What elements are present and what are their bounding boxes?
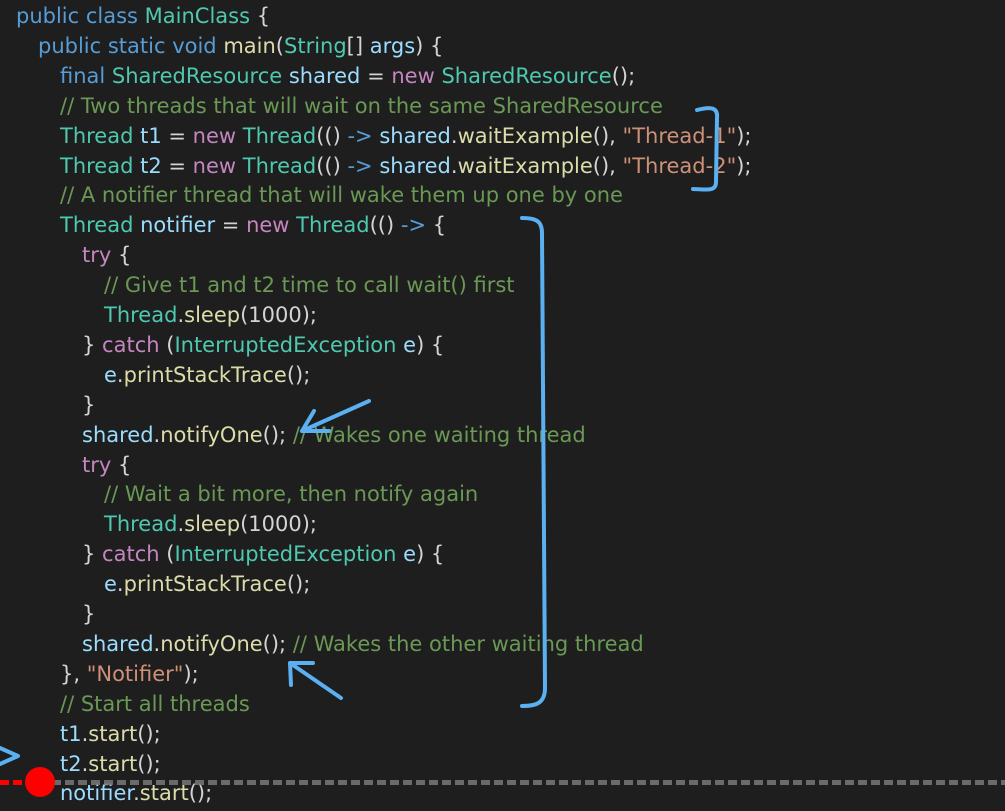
- bracket-notifier: [520, 216, 547, 708]
- progress-scrubber-handle[interactable]: [25, 767, 55, 797]
- progress-track[interactable]: [0, 780, 1005, 785]
- video-progress-bar[interactable]: [0, 767, 1005, 797]
- arrow-second-notify: [288, 661, 343, 700]
- arrow-first-notify: [300, 399, 371, 433]
- pen-annotations: [0, 106, 720, 766]
- bracket-threads: [691, 106, 720, 192]
- edge-arrow: [0, 746, 20, 766]
